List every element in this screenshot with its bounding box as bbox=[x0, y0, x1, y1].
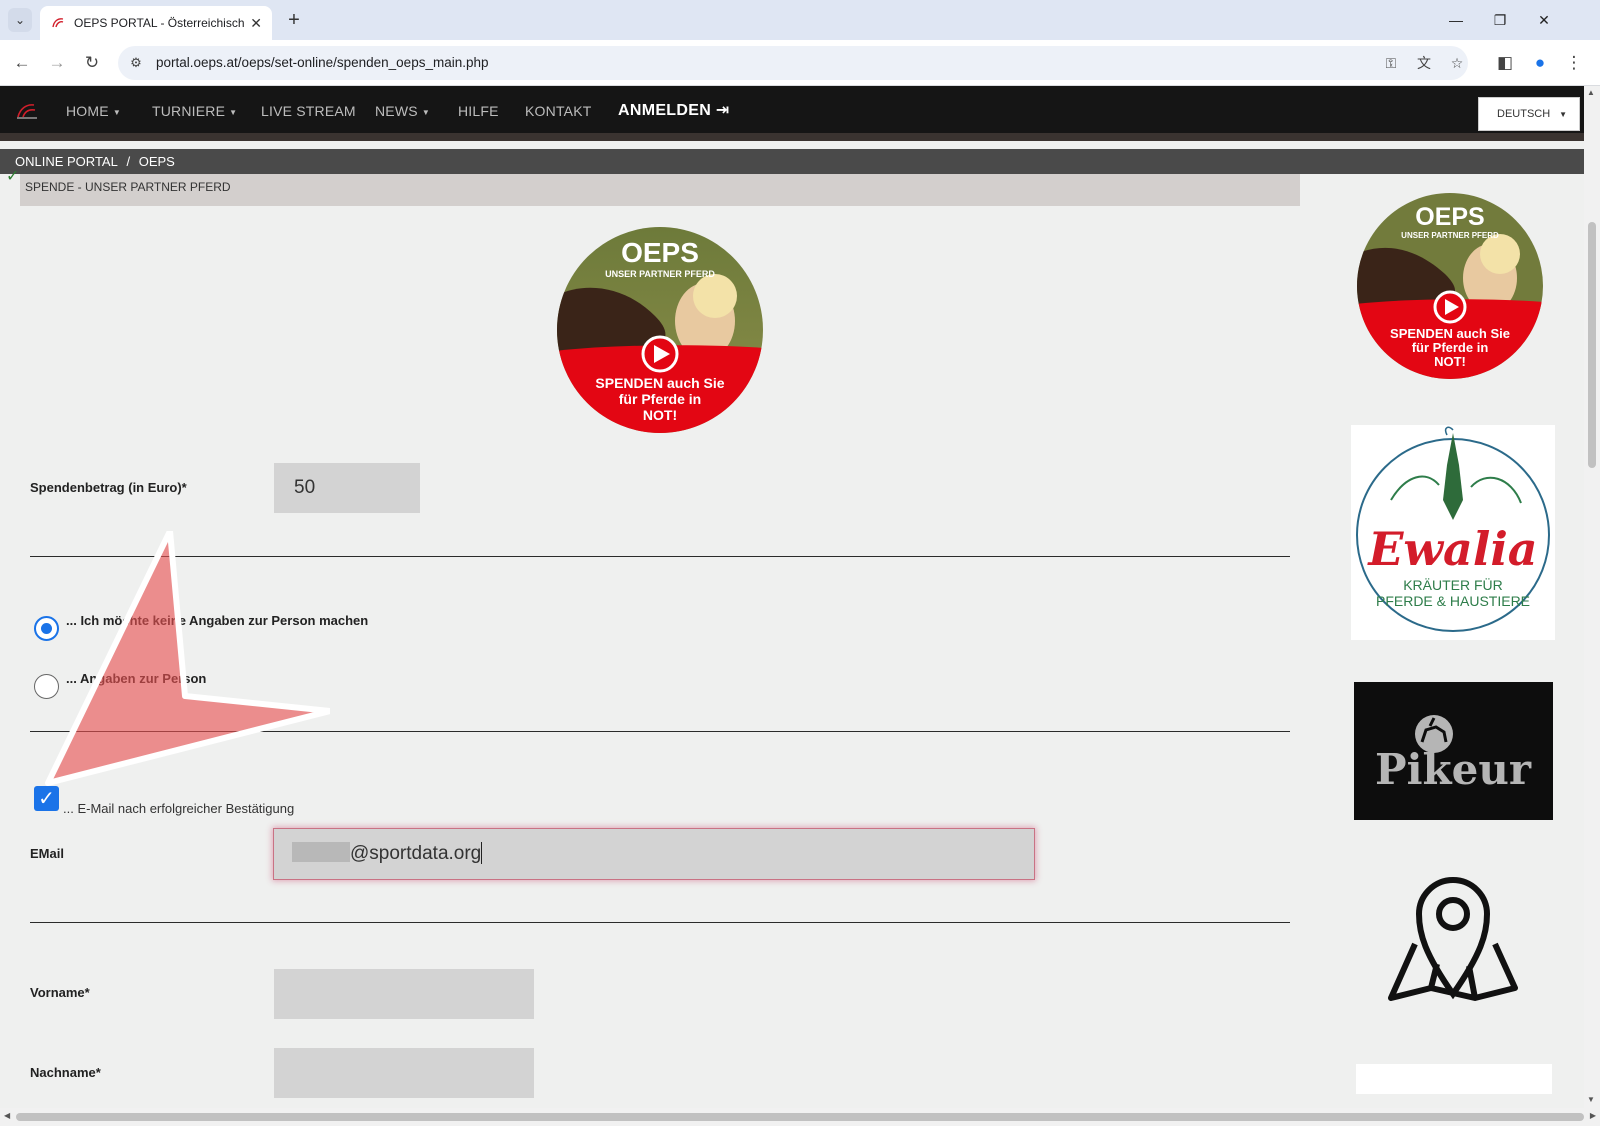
badge-cta-1: SPENDEN auch Sie bbox=[595, 375, 724, 391]
section-title: SPENDE - UNSER PARTNER PFERD bbox=[20, 174, 1300, 206]
amount-label: Spendenbetrag (in Euro)* bbox=[30, 480, 187, 495]
email-label: EMail bbox=[30, 846, 64, 861]
oeps-favicon-icon bbox=[52, 18, 64, 28]
vertical-scroll-thumb[interactable] bbox=[1588, 222, 1596, 468]
email-input[interactable]: @sportdata.org bbox=[274, 829, 1034, 879]
breadcrumb-oeps[interactable]: OEPS bbox=[139, 154, 175, 169]
map-location-icon[interactable] bbox=[1385, 864, 1521, 1004]
firstname-input[interactable] bbox=[274, 969, 534, 1019]
evalia-line-1: KRÄUTER FÜR bbox=[1403, 576, 1503, 593]
sponsor-evalia-logo[interactable]: Ewalia KRÄUTER FÜR PFERDE & HAUSTIERE bbox=[1351, 425, 1555, 640]
vertical-scrollbar[interactable]: ▲ ▼ bbox=[1584, 86, 1600, 1108]
browser-tab[interactable]: OEPS PORTAL - Österreichische ✕ bbox=[40, 6, 272, 40]
scroll-up-icon[interactable]: ▲ bbox=[1587, 88, 1595, 97]
email-value: @sportdata.org bbox=[350, 843, 482, 864]
divider bbox=[30, 922, 1290, 923]
email-confirmation-label[interactable]: ... E-Mail nach erfolgreicher Bestätigun… bbox=[63, 801, 294, 816]
sidebar-donation-badge[interactable]: OEPS UNSER PARTNER PFERD SPENDEN auch Si… bbox=[1355, 192, 1545, 380]
address-bar[interactable]: ⚙ portal.oeps.at/oeps/set-online/spenden… bbox=[118, 46, 1468, 80]
language-select[interactable]: DEUTSCH ▼ bbox=[1478, 97, 1580, 131]
tab-title: OEPS PORTAL - Österreichische bbox=[74, 16, 245, 30]
nav-turniere[interactable]: TURNIERE ▼ bbox=[152, 103, 237, 119]
scroll-down-icon[interactable]: ▼ bbox=[1587, 1095, 1595, 1104]
caret-down-icon: ▼ bbox=[112, 107, 121, 117]
window-close-icon[interactable]: ✕ bbox=[1524, 8, 1564, 32]
nav-kontakt[interactable]: KONTAKT bbox=[525, 103, 591, 119]
breadcrumb-online-portal[interactable]: ONLINE PORTAL bbox=[15, 154, 118, 169]
badge-brand: OEPS bbox=[621, 237, 699, 268]
pikeur-brand-text: Pikeur bbox=[1375, 745, 1532, 794]
translate-icon[interactable]: 文 bbox=[1413, 53, 1435, 73]
side-badge-cta-2: für Pferde in bbox=[1412, 340, 1489, 355]
forward-arrow-icon[interactable]: → bbox=[45, 51, 69, 75]
tab-list-chevron-icon[interactable]: ⌄ bbox=[8, 8, 32, 32]
new-tab-plus-icon[interactable]: + bbox=[282, 8, 306, 32]
side-badge-cta-3: NOT! bbox=[1434, 354, 1466, 369]
caret-down-icon: ▼ bbox=[421, 107, 430, 117]
sponsor-partial-logo[interactable] bbox=[1356, 1064, 1552, 1094]
nav-hilfe[interactable]: HILFE bbox=[458, 103, 499, 119]
key-icon[interactable]: ⚿ bbox=[1380, 53, 1402, 73]
email-confirmation-checkbox[interactable]: ✓ bbox=[34, 786, 59, 811]
login-button[interactable]: ANMELDEN ⇥ bbox=[618, 100, 730, 120]
sponsor-pikeur-logo[interactable]: Pikeur bbox=[1354, 682, 1553, 820]
caret-down-icon: ▼ bbox=[229, 107, 238, 117]
side-badge-tagline: UNSER PARTNER PFERD bbox=[1401, 231, 1499, 240]
sign-in-icon: ⇥ bbox=[715, 102, 730, 119]
evalia-line-2: PFERDE & HAUSTIERE bbox=[1376, 593, 1530, 609]
browser-tab-bar: ⌄ OEPS PORTAL - Österreichische ✕ + — ❐ … bbox=[0, 0, 1600, 40]
bookmark-star-icon[interactable]: ☆ bbox=[1446, 53, 1468, 73]
side-panel-icon[interactable]: ◧ bbox=[1493, 51, 1517, 75]
nav-news[interactable]: NEWS ▼ bbox=[375, 103, 430, 119]
horizontal-scrollbar[interactable]: ◀ ▶ bbox=[0, 1108, 1600, 1126]
badge-cta-3: NOT! bbox=[643, 407, 677, 423]
evalia-brand-text: Ewalia bbox=[1366, 522, 1537, 576]
nav-live-stream[interactable]: LIVE STREAM bbox=[261, 103, 356, 119]
amount-input[interactable]: 50 bbox=[274, 463, 420, 513]
radio-no-personal-details[interactable] bbox=[34, 616, 59, 641]
page-viewport: HOME ▼ TURNIERE ▼ LIVE STREAM NEWS ▼ HILFE … bbox=[0, 86, 1584, 1108]
lastname-input[interactable] bbox=[274, 1048, 534, 1098]
site-navbar: HOME ▼ TURNIERE ▼ LIVE STREAM NEWS ▼ HILFE … bbox=[0, 86, 1584, 141]
tab-close-icon[interactable]: ✕ bbox=[250, 15, 262, 32]
firstname-label: Vorname* bbox=[30, 985, 90, 1000]
donation-video-badge[interactable]: OEPS UNSER PARTNER PFERD SPENDEN auch Si… bbox=[555, 226, 765, 434]
browser-menu-icon[interactable]: ⋮ bbox=[1562, 51, 1586, 75]
nav-home[interactable]: HOME ▼ bbox=[66, 103, 121, 119]
radio-no-personal-details-label[interactable]: ... Ich möchte keine Angaben zur Person … bbox=[66, 613, 368, 628]
divider bbox=[30, 556, 1290, 557]
checkmark-icon: ✓ bbox=[6, 168, 20, 185]
back-arrow-icon[interactable]: ← bbox=[10, 51, 34, 75]
lastname-label: Nachname* bbox=[30, 1065, 101, 1080]
minimize-icon[interactable]: — bbox=[1436, 8, 1476, 32]
redacted-text bbox=[292, 842, 350, 862]
horizontal-scroll-thumb[interactable] bbox=[16, 1113, 1584, 1121]
side-badge-cta-1: SPENDEN auch Sie bbox=[1390, 326, 1510, 341]
text-cursor bbox=[481, 842, 483, 864]
scroll-left-icon[interactable]: ◀ bbox=[4, 1111, 10, 1120]
browser-toolbar: ← → ↻ ⚙ portal.oeps.at/oeps/set-online/s… bbox=[0, 40, 1600, 86]
badge-cta-2: für Pferde in bbox=[619, 391, 701, 407]
badge-tagline: UNSER PARTNER PFERD bbox=[605, 269, 715, 279]
breadcrumb: ONLINE PORTAL / OEPS bbox=[0, 149, 1584, 174]
site-settings-icon[interactable]: ⚙ bbox=[126, 53, 146, 73]
side-badge-brand: OEPS bbox=[1415, 203, 1484, 231]
divider bbox=[30, 731, 1290, 732]
address-url[interactable]: portal.oeps.at/oeps/set-online/spenden_o… bbox=[156, 55, 489, 70]
breadcrumb-separator: / bbox=[126, 154, 131, 169]
caret-down-icon: ▼ bbox=[1559, 110, 1567, 119]
scroll-right-icon[interactable]: ▶ bbox=[1590, 1111, 1596, 1120]
reload-icon[interactable]: ↻ bbox=[80, 51, 104, 75]
profile-avatar-icon[interactable]: ● bbox=[1528, 51, 1552, 75]
restore-icon[interactable]: ❐ bbox=[1480, 8, 1520, 32]
annotation-arrow-icon bbox=[45, 531, 330, 786]
radio-personal-details[interactable] bbox=[34, 674, 59, 699]
radio-personal-details-label[interactable]: ... Angaben zur Person bbox=[66, 671, 206, 686]
oeps-logo-icon[interactable] bbox=[14, 101, 40, 121]
